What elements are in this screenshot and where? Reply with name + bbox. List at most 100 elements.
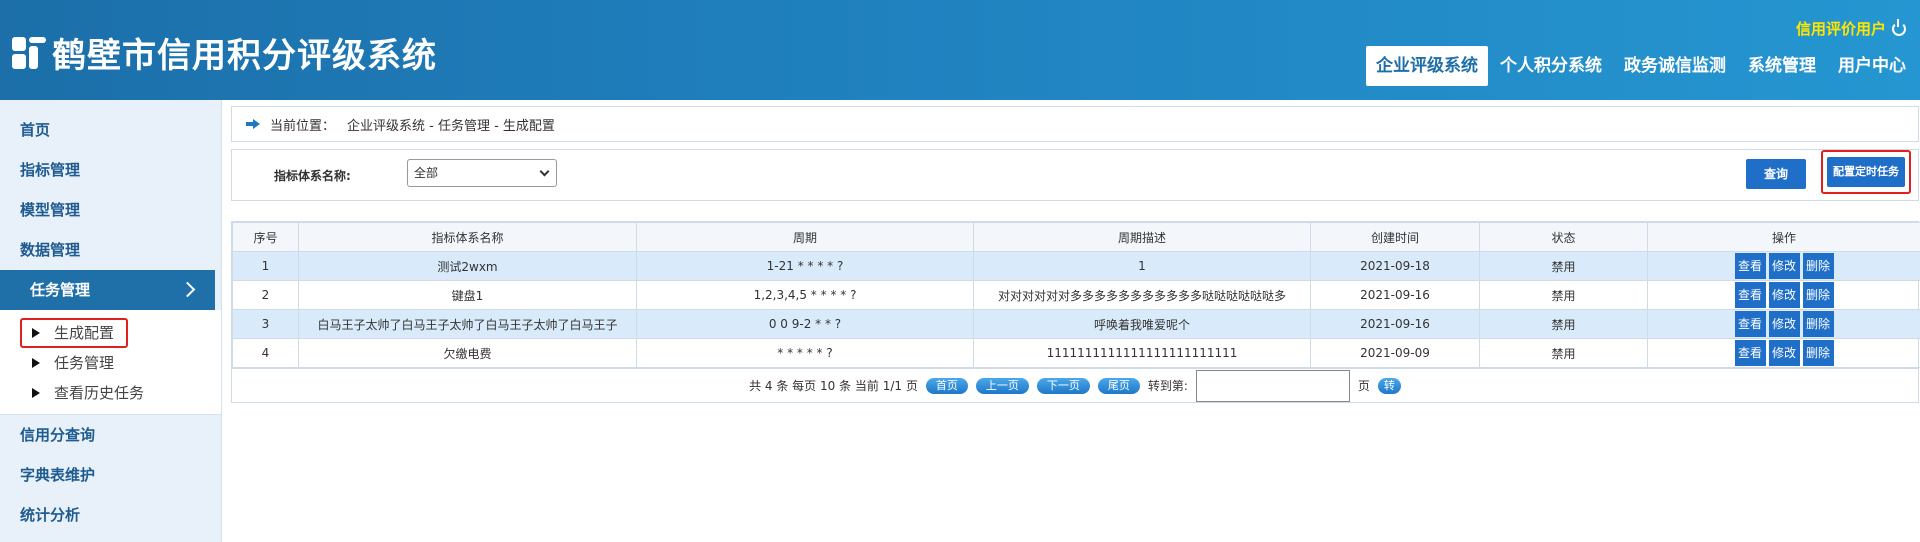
view-button[interactable]: 查看 bbox=[1734, 311, 1766, 337]
col-header: 状态 bbox=[1479, 222, 1648, 252]
sidebar-item-home[interactable]: 首页 bbox=[0, 110, 221, 150]
sidebar-item-statistics[interactable]: 统计分析 bbox=[0, 495, 221, 535]
config-highlight: 配置定时任务 bbox=[1821, 150, 1911, 194]
pagination: 共 4 条 每页 10 条 当前 1/1 页 首页 上一页 下一页 尾页 转到第… bbox=[232, 368, 1918, 402]
breadcrumb-label: 当前位置： bbox=[270, 118, 336, 134]
last-page-button[interactable]: 尾页 bbox=[1097, 377, 1140, 394]
table-row: 4 欠缴电费 * * * * * ? 111111111111111111111… bbox=[232, 338, 1920, 368]
nav-enterprise-rating[interactable]: 企业评级系统 bbox=[1366, 46, 1488, 86]
sidebar-item-models[interactable]: 模型管理 bbox=[0, 190, 221, 230]
cell-created: 2021-09-16 bbox=[1310, 309, 1480, 339]
page-jump-input[interactable] bbox=[1195, 369, 1350, 402]
subitem-label: 任务管理 bbox=[54, 354, 115, 372]
cell-no: 3 bbox=[232, 309, 299, 339]
sidebar: 首页 指标管理 模型管理 数据管理 任务管理 生成配置 任务管理 查看历史任务 … bbox=[0, 100, 222, 542]
indicator-system-select[interactable]: 全部 bbox=[407, 159, 557, 187]
sidebar-item-tasks[interactable]: 任务管理 bbox=[0, 270, 215, 310]
sidebar-item-dictionary[interactable]: 字典表维护 bbox=[0, 455, 221, 495]
next-page-button[interactable]: 下一页 bbox=[1036, 377, 1090, 394]
cell-ops: 查看 修改 删除 bbox=[1647, 251, 1920, 281]
pager-summary: 共 4 条 每页 10 条 当前 1/1 页 bbox=[749, 379, 918, 393]
subitem-task-management[interactable]: 任务管理 bbox=[0, 348, 221, 378]
page-unit: 页 bbox=[1357, 379, 1370, 393]
sidebar-item-data[interactable]: 数据管理 bbox=[0, 230, 221, 270]
edit-button[interactable]: 修改 bbox=[1768, 282, 1800, 308]
sidebar-item-credit-query[interactable]: 信用分查询 bbox=[0, 415, 221, 455]
filter-label: 指标体系名称: bbox=[274, 169, 351, 183]
table-row: 1 测试2wxm 1-21 * * * * ? 1 2021-09-18 禁用 … bbox=[232, 251, 1920, 281]
breadcrumb: 当前位置： 企业评级系统 - 任务管理 - 生成配置 bbox=[231, 106, 1919, 142]
cell-cycle: * * * * * ? bbox=[636, 338, 974, 368]
table-header-row: 序号 指标体系名称 周期 周期描述 创建时间 状态 操作 bbox=[232, 222, 1920, 252]
user-area: 信用评价用户 bbox=[1796, 18, 1906, 39]
edit-button[interactable]: 修改 bbox=[1768, 311, 1800, 337]
cell-cycle: 1,2,3,4,5 * * * * ? bbox=[636, 280, 974, 310]
cell-no: 4 bbox=[232, 338, 299, 368]
view-button[interactable]: 查看 bbox=[1734, 282, 1766, 308]
edit-button[interactable]: 修改 bbox=[1768, 340, 1800, 366]
subitem-label: 生成配置 bbox=[54, 324, 115, 342]
go-button[interactable]: 转 bbox=[1377, 377, 1401, 394]
table-row: 3 白马王子太帅了白马王子太帅了白马王子太帅了白马王子 0 0 9-2 * * … bbox=[232, 309, 1920, 339]
col-header: 序号 bbox=[232, 222, 299, 252]
col-header: 创建时间 bbox=[1310, 222, 1480, 252]
cell-status: 禁用 bbox=[1479, 338, 1648, 368]
nav-gov-integrity[interactable]: 政务诚信监测 bbox=[1614, 46, 1736, 86]
cell-ops: 查看 修改 删除 bbox=[1647, 338, 1920, 368]
filter-bar: 指标体系名称: 全部 查询 配置定时任务 bbox=[231, 149, 1919, 201]
sidebar-item-indicators[interactable]: 指标管理 bbox=[0, 150, 221, 190]
cell-name: 测试2wxm bbox=[298, 251, 637, 281]
select-value: 全部 bbox=[414, 166, 439, 180]
nav-personal-points[interactable]: 个人积分系统 bbox=[1490, 46, 1612, 86]
cell-ops: 查看 修改 删除 bbox=[1647, 280, 1920, 310]
breadcrumb-path: 企业评级系统 - 任务管理 - 生成配置 bbox=[347, 118, 555, 134]
view-button[interactable]: 查看 bbox=[1734, 253, 1766, 279]
cell-cycle: 1-21 * * * * ? bbox=[636, 251, 974, 281]
cell-desc: 呼唤着我唯爱呢个 bbox=[973, 309, 1311, 339]
subitem-generate-config[interactable]: 生成配置 bbox=[20, 318, 128, 348]
cell-name: 欠缴电费 bbox=[298, 338, 637, 368]
power-icon[interactable] bbox=[1892, 18, 1906, 36]
sidebar-submenu: 生成配置 任务管理 查看历史任务 bbox=[0, 310, 221, 415]
config-scheduled-task-button[interactable]: 配置定时任务 bbox=[1827, 157, 1905, 187]
triangle-icon bbox=[32, 328, 40, 338]
col-header: 指标体系名称 bbox=[298, 222, 637, 252]
cell-name: 键盘1 bbox=[298, 280, 637, 310]
subitem-history-tasks[interactable]: 查看历史任务 bbox=[0, 378, 221, 408]
cell-desc: 1 bbox=[973, 251, 1311, 281]
triangle-icon bbox=[32, 388, 40, 398]
config-table: 序号 指标体系名称 周期 周期描述 创建时间 状态 操作 1 测试2wxm 1-… bbox=[231, 221, 1920, 403]
cell-created: 2021-09-09 bbox=[1310, 338, 1480, 368]
cell-desc: 1111111111111111111111111 bbox=[973, 338, 1311, 368]
cell-status: 禁用 bbox=[1479, 280, 1648, 310]
col-header: 周期描述 bbox=[973, 222, 1311, 252]
app-title: 鹤壁市信用积分评级系统 bbox=[52, 36, 437, 76]
edit-button[interactable]: 修改 bbox=[1768, 253, 1800, 279]
header-bar: 鹤壁市信用积分评级系统 信用评价用户 企业评级系统 个人积分系统 政务诚信监测 … bbox=[0, 0, 1920, 100]
cell-created: 2021-09-18 bbox=[1310, 251, 1480, 281]
nav-system-management[interactable]: 系统管理 bbox=[1738, 46, 1826, 86]
prev-page-button[interactable]: 上一页 bbox=[975, 377, 1029, 394]
chevron-right-icon bbox=[179, 281, 196, 298]
cell-name: 白马王子太帅了白马王子太帅了白马王子太帅了白马王子 bbox=[298, 309, 637, 339]
nav-user-center[interactable]: 用户中心 bbox=[1828, 46, 1916, 86]
chevron-down-icon bbox=[539, 166, 550, 177]
sidebar-item-label: 任务管理 bbox=[30, 281, 91, 299]
cell-status: 禁用 bbox=[1479, 251, 1648, 281]
view-button[interactable]: 查看 bbox=[1734, 340, 1766, 366]
delete-button[interactable]: 删除 bbox=[1802, 282, 1834, 308]
triangle-icon bbox=[32, 358, 40, 368]
cell-desc: 对对对对对对多多多多多多多多多多多哒哒哒哒哒哒多 bbox=[973, 280, 1311, 310]
cell-status: 禁用 bbox=[1479, 309, 1648, 339]
table-row: 2 键盘1 1,2,3,4,5 * * * * ? 对对对对对对多多多多多多多多… bbox=[232, 280, 1920, 310]
first-page-button[interactable]: 首页 bbox=[925, 377, 968, 394]
user-name[interactable]: 信用评价用户 bbox=[1796, 18, 1886, 39]
delete-button[interactable]: 删除 bbox=[1802, 340, 1834, 366]
delete-button[interactable]: 删除 bbox=[1802, 253, 1834, 279]
cell-created: 2021-09-16 bbox=[1310, 280, 1480, 310]
delete-button[interactable]: 删除 bbox=[1802, 311, 1834, 337]
query-button[interactable]: 查询 bbox=[1746, 159, 1806, 189]
logo-icon bbox=[12, 35, 48, 71]
arrow-right-icon bbox=[246, 119, 260, 129]
logo: 鹤壁市信用积分评级系统 bbox=[12, 28, 437, 77]
